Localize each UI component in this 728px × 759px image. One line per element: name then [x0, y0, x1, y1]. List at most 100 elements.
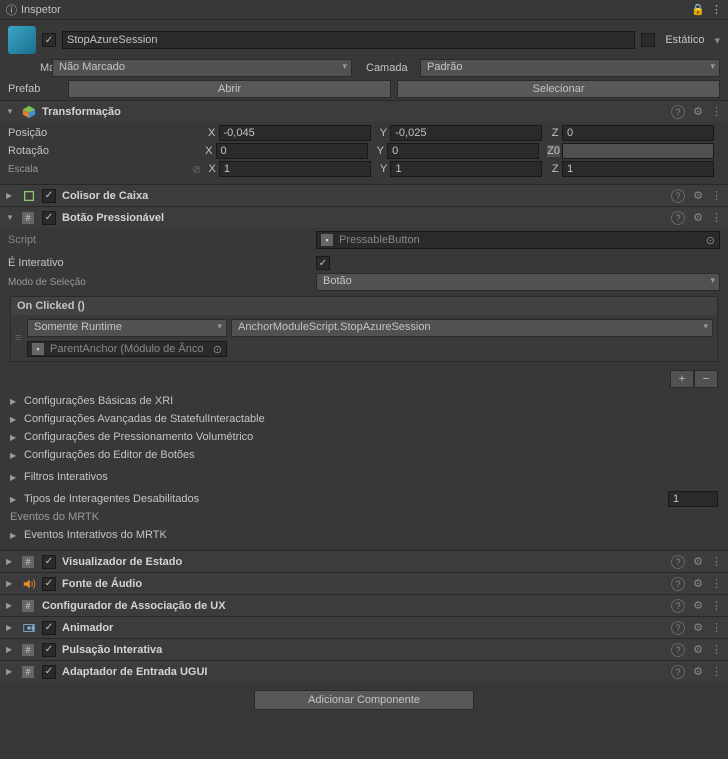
- component-header[interactable]: ▶#Adaptador de Entrada UGUI?⚙⋮: [0, 660, 728, 682]
- foldout-arrow[interactable]: ▶: [6, 623, 16, 632]
- preset-icon[interactable]: ⚙: [693, 555, 703, 569]
- static-checkbox[interactable]: [641, 33, 655, 47]
- component-header[interactable]: ▶ # Visualizador de Estado? ⚙ ⋮: [0, 550, 728, 572]
- foldout-arrow[interactable]: ▶: [10, 473, 20, 482]
- scale-y-input[interactable]: [390, 161, 542, 177]
- mrtk-events-label: Eventos do MRTK: [10, 511, 99, 523]
- menu-icon[interactable]: ⋮: [711, 621, 722, 635]
- component-enabled-checkbox[interactable]: [42, 555, 56, 569]
- function-dropdown[interactable]: AnchorModuleScript.StopAzureSession: [231, 319, 713, 337]
- menu-icon[interactable]: ⋮: [711, 189, 722, 203]
- object-icon: ▪: [32, 343, 44, 355]
- help-icon[interactable]: ?: [671, 211, 685, 225]
- remove-event-button[interactable]: −: [694, 370, 718, 388]
- preset-icon[interactable]: ⚙: [693, 621, 703, 635]
- add-event-button[interactable]: +: [670, 370, 694, 388]
- script-value: PressableButton: [339, 234, 420, 246]
- select-mode-dropdown[interactable]: Botão: [316, 273, 720, 291]
- help-icon[interactable]: ?: [671, 599, 685, 613]
- foldout-arrow[interactable]: ▶: [6, 579, 16, 588]
- component-header[interactable]: ▶Fonte de Áudio?⚙⋮: [0, 572, 728, 594]
- script-object-field[interactable]: ▪ PressableButton: [316, 231, 720, 249]
- menu-icon[interactable]: ⋮: [711, 599, 722, 613]
- interactive-checkbox[interactable]: [316, 256, 330, 270]
- preset-icon[interactable]: ⚙: [693, 599, 703, 613]
- preset-icon[interactable]: ⚙: [693, 665, 703, 679]
- help-icon[interactable]: ?: [671, 555, 685, 569]
- component-header[interactable]: ▶#Configurador de Associação de UX?⚙⋮: [0, 594, 728, 616]
- component-enabled-checkbox[interactable]: [42, 577, 56, 591]
- transform-header[interactable]: ▼ Transformação ? ⚙ ⋮: [0, 100, 728, 122]
- position-z-input[interactable]: [562, 125, 714, 141]
- preset-icon[interactable]: ⚙: [693, 577, 703, 591]
- position-x-input[interactable]: [219, 125, 371, 141]
- layer-dropdown[interactable]: Padrão: [420, 59, 720, 77]
- menu-icon[interactable]: ⋮: [711, 643, 722, 657]
- box-collider-enabled[interactable]: [42, 189, 56, 203]
- box-collider-header[interactable]: ▶ Colisor de Caixa ? ⚙ ⋮: [0, 184, 728, 206]
- help-icon[interactable]: ?: [671, 643, 685, 657]
- foldout-arrow[interactable]: ▶: [10, 397, 20, 406]
- prefab-select-button[interactable]: Selecionar: [397, 80, 720, 98]
- help-icon[interactable]: ?: [671, 577, 685, 591]
- lock-icon[interactable]: 🔒: [691, 3, 705, 16]
- script-icon: #: [22, 211, 36, 225]
- component-header[interactable]: ▶#Pulsação Interativa?⚙⋮: [0, 638, 728, 660]
- scale-z-input[interactable]: [562, 161, 714, 177]
- help-icon[interactable]: ?: [671, 665, 685, 679]
- foldout-arrow[interactable]: ▶: [6, 667, 16, 676]
- foldout-arrow[interactable]: ▶: [6, 645, 16, 654]
- menu-icon[interactable]: ⋮: [711, 105, 722, 119]
- tag-dropdown[interactable]: Não Marcado: [52, 59, 352, 77]
- gameobject-icon[interactable]: [8, 26, 36, 54]
- position-y-input[interactable]: [390, 125, 542, 141]
- static-dropdown-arrow[interactable]: ▾: [714, 34, 720, 47]
- rotation-x-input[interactable]: [216, 143, 368, 159]
- foldout-arrow[interactable]: ▶: [10, 451, 20, 460]
- preset-icon[interactable]: ⚙: [693, 105, 703, 119]
- foldout-arrow[interactable]: ▶: [6, 557, 16, 566]
- add-component-button[interactable]: Adicionar Componente: [254, 690, 474, 710]
- foldout-arrow[interactable]: ▶: [6, 191, 16, 200]
- inspector-icon: ⓘ: [6, 2, 17, 18]
- help-icon[interactable]: ?: [671, 621, 685, 635]
- preset-icon[interactable]: ⚙: [693, 643, 703, 657]
- foldout-arrow[interactable]: ▼: [6, 107, 16, 116]
- component-icon: #: [22, 555, 36, 569]
- menu-icon[interactable]: ⋮: [711, 555, 722, 569]
- foldout-arrow[interactable]: ▶: [6, 601, 16, 610]
- component-enabled-checkbox[interactable]: [42, 665, 56, 679]
- foldout-arrow[interactable]: ▼: [6, 213, 16, 222]
- preset-icon[interactable]: ⚙: [693, 189, 703, 203]
- reorder-handle[interactable]: ≡: [15, 332, 23, 344]
- pressable-button-enabled[interactable]: [42, 211, 56, 225]
- foldout-arrow[interactable]: ▶: [10, 495, 20, 504]
- position-label: Posição: [8, 127, 98, 139]
- component-enabled-checkbox[interactable]: [42, 621, 56, 635]
- foldout-arrow[interactable]: ▶: [10, 415, 20, 424]
- foldout-arrow[interactable]: ▶: [10, 531, 20, 540]
- rotation-z-input[interactable]: [562, 143, 714, 159]
- static-label: Estático: [661, 34, 708, 46]
- component-enabled-checkbox[interactable]: [42, 643, 56, 657]
- help-icon[interactable]: ?: [671, 189, 685, 203]
- scale-x-input[interactable]: [219, 161, 371, 177]
- gameobject-enabled-checkbox[interactable]: [42, 33, 56, 47]
- menu-icon[interactable]: ⋮: [711, 665, 722, 679]
- disabled-types-count[interactable]: [668, 491, 718, 507]
- tab-menu-icon[interactable]: ⋮: [711, 3, 722, 16]
- menu-icon[interactable]: ⋮: [711, 577, 722, 591]
- rotation-y-input[interactable]: [387, 143, 539, 159]
- pressable-button-header[interactable]: ▼ # Botão Pressionável ? ⚙ ⋮: [0, 206, 728, 228]
- menu-icon[interactable]: ⋮: [711, 211, 722, 225]
- foldout-arrow[interactable]: ▶: [10, 433, 20, 442]
- preset-icon[interactable]: ⚙: [693, 211, 703, 225]
- runtime-dropdown[interactable]: Somente Runtime: [27, 319, 227, 337]
- component-header[interactable]: ▶Animador?⚙⋮: [0, 616, 728, 638]
- component-title: Visualizador de Estado: [62, 556, 665, 568]
- link-scale-icon[interactable]: ⊘: [192, 163, 201, 176]
- help-icon[interactable]: ?: [671, 105, 685, 119]
- event-target-field[interactable]: ▪ ParentAnchor (Módulo de Ânco: [27, 341, 227, 357]
- prefab-open-button[interactable]: Abrir: [68, 80, 391, 98]
- gameobject-name-field[interactable]: [62, 31, 635, 49]
